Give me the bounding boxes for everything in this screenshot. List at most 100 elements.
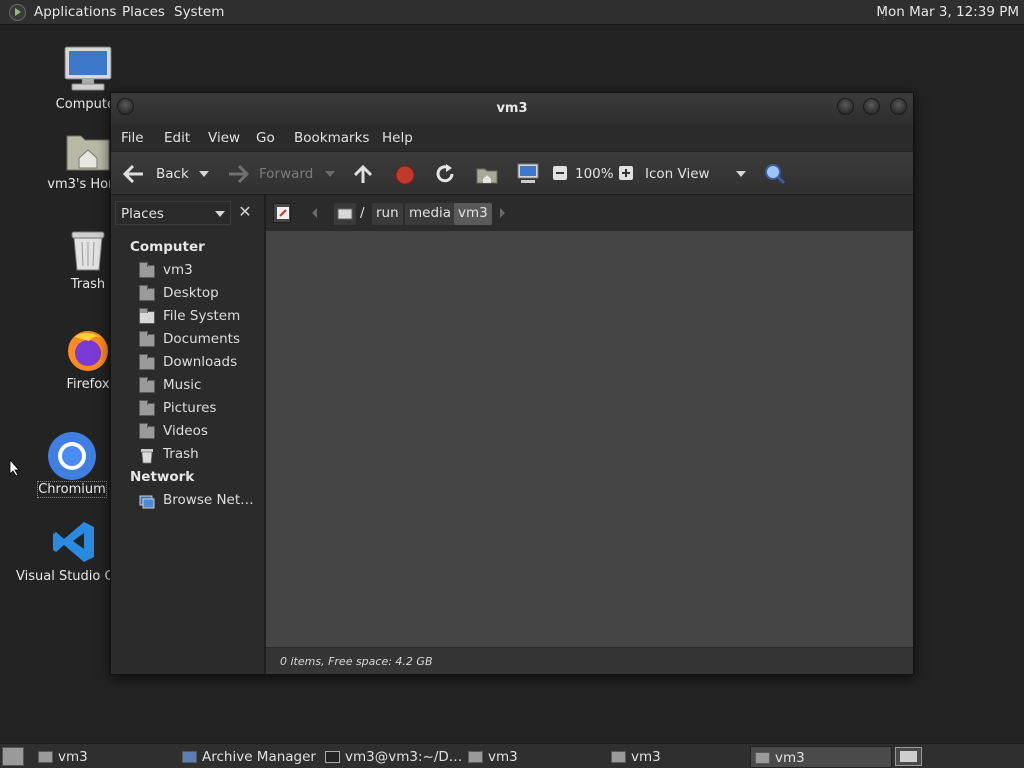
- edit-location-button[interactable]: [273, 203, 291, 223]
- sidebar-type-select[interactable]: Places: [115, 201, 231, 225]
- chevron-down-icon: [736, 171, 746, 177]
- trash-icon: [71, 231, 105, 271]
- sidebar-item-label: Pictures: [163, 400, 217, 416]
- top-panel: Applications Places System Mon Mar 3, 12…: [0, 0, 1024, 25]
- sidebar-type-label: Places: [121, 206, 164, 222]
- desktop-icon-label: Visual Studio Code: [16, 569, 110, 584]
- window-title: vm3: [496, 101, 528, 116]
- desktop-folder-icon: [139, 285, 155, 301]
- chevron-down-icon: [215, 211, 225, 217]
- clock[interactable]: Mon Mar 3, 12:39 PM: [876, 4, 1019, 20]
- crumb-media[interactable]: media: [405, 203, 456, 225]
- pencil-icon: [277, 207, 289, 219]
- computer-icon[interactable]: [516, 163, 540, 185]
- menu-places[interactable]: Places: [122, 4, 165, 20]
- distro-logo-icon[interactable]: [9, 4, 26, 21]
- view-mode-select[interactable]: Icon View: [641, 160, 751, 188]
- back-label: Back: [156, 166, 189, 182]
- forward-history-dropdown[interactable]: [325, 171, 335, 177]
- show-desktop-icon[interactable]: [2, 747, 24, 766]
- zoom-out-button[interactable]: [553, 166, 567, 180]
- crumb-scroll-right-icon[interactable]: [500, 208, 505, 218]
- statusbar: 0 items, Free space: 4.2 GB: [266, 647, 913, 674]
- menu-file[interactable]: File: [121, 130, 144, 146]
- task-vm3-1[interactable]: vm3: [34, 746, 172, 768]
- window-titlebar[interactable]: vm3: [111, 93, 913, 125]
- documents-folder-icon: [139, 331, 155, 347]
- stop-icon[interactable]: [394, 164, 416, 186]
- crumb-run[interactable]: run: [372, 203, 403, 225]
- drive-icon: [337, 208, 353, 220]
- zoom-in-button[interactable]: [619, 166, 633, 180]
- sidebar-item-label: Trash: [163, 446, 199, 462]
- forward-label: Forward: [259, 166, 314, 182]
- task-label: vm3: [58, 749, 88, 765]
- workspace-switcher[interactable]: [895, 747, 922, 766]
- menu-go[interactable]: Go: [256, 130, 275, 146]
- menu-help[interactable]: Help: [382, 130, 413, 146]
- back-arrow-icon: [123, 164, 143, 184]
- file-view[interactable]: [266, 231, 913, 647]
- sidebar-item-label: File System: [163, 308, 241, 324]
- sidebar-item-label: Videos: [163, 423, 208, 439]
- sidebar-item-label: Downloads: [163, 354, 238, 370]
- back-button[interactable]: Back: [121, 160, 201, 188]
- sidebar-header-computer: Computer: [130, 239, 205, 255]
- menu-applications[interactable]: Applications: [34, 4, 116, 20]
- sidebar-item-label: vm3: [163, 262, 193, 278]
- task-vm3-3[interactable]: vm3: [607, 746, 747, 768]
- task-vm3-2[interactable]: vm3: [464, 746, 604, 768]
- back-history-dropdown[interactable]: [199, 171, 209, 177]
- downloads-folder-icon: [139, 354, 155, 370]
- menubar: File Edit View Go Bookmarks Help: [111, 125, 913, 151]
- status-text: 0 items, Free space: 4.2 GB: [280, 655, 433, 668]
- close-button[interactable]: [890, 98, 907, 115]
- menu-system[interactable]: System: [174, 4, 224, 20]
- location-bar: Places ✕ / run media vm3: [111, 195, 913, 231]
- terminal-icon: [325, 751, 340, 763]
- crumb-scroll-left-icon[interactable]: [312, 208, 317, 218]
- close-sidebar-icon[interactable]: ✕: [234, 201, 256, 225]
- home-icon[interactable]: [475, 163, 499, 185]
- divider: [264, 195, 266, 231]
- folder-icon: [611, 751, 626, 763]
- pictures-folder-icon: [139, 400, 155, 416]
- task-label: Archive Manager: [202, 749, 316, 765]
- videos-folder-icon: [139, 423, 155, 439]
- vscode-icon: [53, 522, 94, 562]
- folder-icon: [755, 752, 770, 764]
- home-folder-icon: [66, 135, 110, 171]
- reload-icon[interactable]: [434, 163, 456, 185]
- desktop-icon-vscode[interactable]: Visual Studio Code: [16, 518, 122, 588]
- desktop-icon-chromium[interactable]: Chromium: [22, 430, 122, 500]
- menu-edit[interactable]: Edit: [164, 130, 190, 146]
- crumb-vm3[interactable]: vm3: [454, 203, 492, 225]
- search-icon[interactable]: [764, 163, 786, 185]
- home-folder-icon: [468, 751, 483, 763]
- sidebar-header-network: Network: [130, 469, 195, 485]
- maximize-button[interactable]: [863, 98, 880, 115]
- crumb-root[interactable]: /: [356, 203, 369, 225]
- drive-icon: [139, 308, 155, 324]
- crumb-root-button[interactable]: [334, 203, 356, 225]
- view-mode-label: Icon View: [645, 166, 710, 182]
- zoom-level: 100%: [575, 166, 614, 182]
- task-archive-manager[interactable]: Archive Manager: [178, 746, 318, 768]
- task-vm3-active[interactable]: vm3: [750, 746, 892, 768]
- firefox-icon: [68, 331, 108, 371]
- sidebar-item-label: Music: [163, 377, 202, 393]
- plus-icon-vertical: [625, 169, 627, 177]
- music-folder-icon: [139, 377, 155, 393]
- forward-arrow-icon: [229, 164, 249, 184]
- chromium-icon: [48, 432, 96, 480]
- menu-view[interactable]: View: [208, 130, 240, 146]
- menu-bookmarks[interactable]: Bookmarks: [294, 130, 369, 146]
- toolbar: Back Forward 100% Icon View: [111, 151, 913, 195]
- up-arrow-icon[interactable]: [352, 164, 374, 186]
- minimize-button[interactable]: [837, 98, 854, 115]
- sidebar-item-label: Documents: [163, 331, 240, 347]
- task-label: vm3: [631, 749, 661, 765]
- task-label: vm3: [488, 749, 518, 765]
- forward-button[interactable]: Forward: [225, 160, 325, 188]
- task-terminal[interactable]: vm3@vm3:~/D…: [321, 746, 462, 768]
